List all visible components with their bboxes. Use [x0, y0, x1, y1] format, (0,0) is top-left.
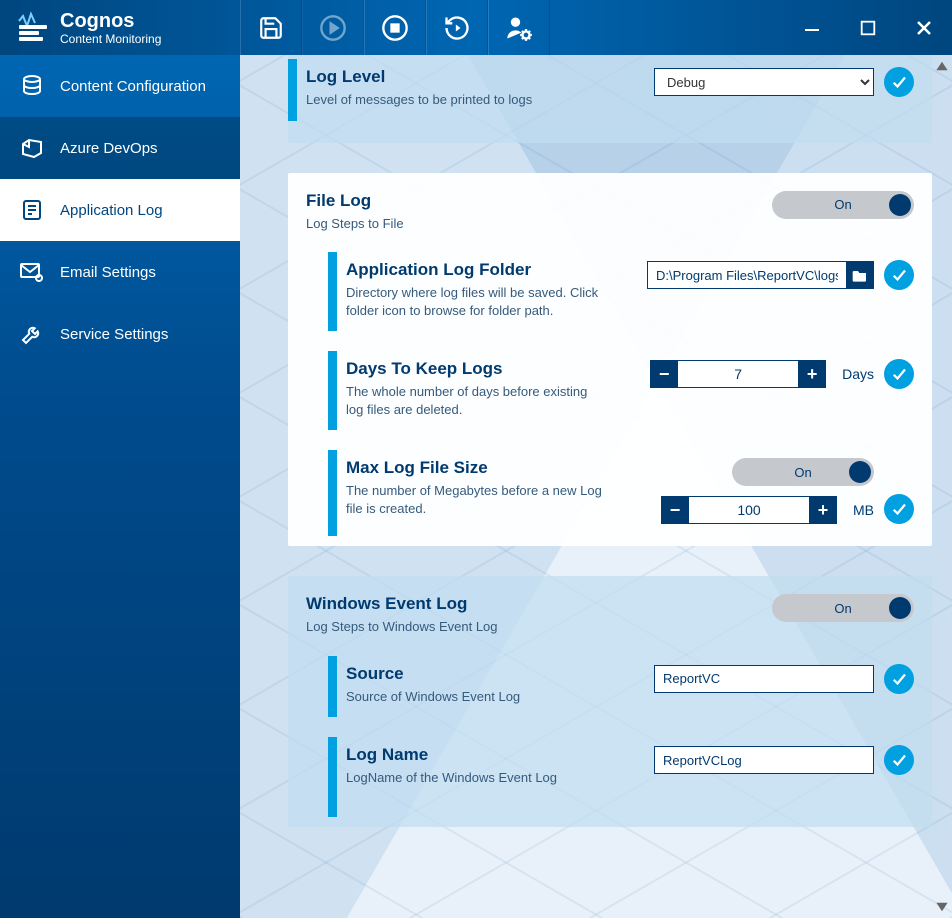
- sidebar-item-email-settings[interactable]: Email Settings: [0, 241, 240, 303]
- source-title: Source: [346, 664, 520, 684]
- file-log-desc: Log Steps to File: [306, 215, 404, 233]
- section-log-name: Log Name LogName of the Windows Event Lo…: [328, 727, 932, 827]
- confirm-icon[interactable]: [884, 494, 914, 524]
- confirm-icon[interactable]: [884, 664, 914, 694]
- sidebar: Content Configuration Azure DevOps Appli…: [0, 55, 240, 918]
- play-button[interactable]: [302, 0, 364, 55]
- restart-button[interactable]: [426, 0, 488, 55]
- confirm-icon[interactable]: [884, 359, 914, 389]
- file-log-toggle[interactable]: On: [772, 191, 914, 219]
- app-log-folder-title: Application Log Folder: [346, 260, 606, 280]
- confirm-icon[interactable]: [884, 67, 914, 97]
- log-name-desc: LogName of the Windows Event Log: [346, 769, 557, 787]
- days-unit: Days: [842, 366, 874, 382]
- section-max-log-size: Max Log File Size The number of Megabyte…: [328, 440, 932, 546]
- panel-windows-event-log: Windows Event Log Log Steps to Windows E…: [288, 576, 932, 827]
- sidebar-item-application-log[interactable]: Application Log: [0, 179, 240, 241]
- source-input[interactable]: [654, 665, 874, 693]
- sidebar-item-label: Content Configuration: [60, 78, 206, 95]
- win-log-title: Windows Event Log: [306, 594, 498, 614]
- increment-button[interactable]: +: [798, 360, 826, 388]
- decrement-button[interactable]: −: [661, 496, 689, 524]
- max-size-input[interactable]: [689, 496, 809, 524]
- toolbar: [240, 0, 550, 55]
- app-subtitle: Content Monitoring: [60, 33, 161, 45]
- source-desc: Source of Windows Event Log: [346, 688, 520, 706]
- app-log-folder-input[interactable]: [647, 261, 847, 289]
- window-controls: [784, 0, 952, 55]
- mb-unit: MB: [853, 502, 874, 518]
- sidebar-item-label: Application Log: [60, 202, 163, 219]
- confirm-icon[interactable]: [884, 260, 914, 290]
- title-bar: Cognos Content Monitoring: [0, 0, 952, 55]
- win-log-toggle[interactable]: On: [772, 594, 914, 622]
- win-log-desc: Log Steps to Windows Event Log: [306, 618, 498, 636]
- section-app-log-folder: Application Log Folder Directory where l…: [328, 242, 932, 341]
- section-log-level: Log Level Level of messages to be printe…: [288, 55, 932, 131]
- days-keep-title: Days To Keep Logs: [346, 359, 606, 379]
- azure-devops-icon: [18, 134, 46, 162]
- database-icon: [18, 72, 46, 100]
- max-size-title: Max Log File Size: [346, 458, 606, 478]
- minimize-button[interactable]: [784, 0, 840, 55]
- sidebar-item-label: Email Settings: [60, 264, 156, 281]
- max-size-desc: The number of Megabytes before a new Log…: [346, 482, 606, 517]
- app-title: Cognos: [60, 11, 161, 31]
- sidebar-item-label: Service Settings: [60, 326, 168, 343]
- file-log-title: File Log: [306, 191, 404, 211]
- app-logo: Cognos Content Monitoring: [0, 0, 240, 55]
- log-level-desc: Level of messages to be printed to logs: [306, 91, 532, 109]
- browse-folder-button[interactable]: [846, 261, 874, 289]
- log-level-select[interactable]: Debug: [654, 68, 874, 96]
- tools-icon: [18, 320, 46, 348]
- user-settings-button[interactable]: [488, 0, 550, 55]
- save-button[interactable]: [240, 0, 302, 55]
- log-level-title: Log Level: [306, 67, 532, 87]
- days-keep-desc: The whole number of days before existing…: [346, 383, 606, 418]
- decrement-button[interactable]: −: [650, 360, 678, 388]
- max-size-toggle[interactable]: On: [732, 458, 874, 486]
- log-name-input[interactable]: [654, 746, 874, 774]
- content-scroll[interactable]: Log Level Level of messages to be printe…: [240, 55, 952, 918]
- log-icon: [18, 196, 46, 224]
- section-source: Source Source of Windows Event Log: [328, 646, 932, 728]
- maximize-button[interactable]: [840, 0, 896, 55]
- log-name-title: Log Name: [346, 745, 557, 765]
- confirm-icon[interactable]: [884, 745, 914, 775]
- panel-file-log: File Log Log Steps to File On: [288, 173, 932, 547]
- sidebar-item-service-settings[interactable]: Service Settings: [0, 303, 240, 365]
- increment-button[interactable]: +: [809, 496, 837, 524]
- sidebar-item-label: Azure DevOps: [60, 140, 158, 157]
- main-content: Log Level Level of messages to be printe…: [240, 55, 952, 918]
- stop-button[interactable]: [364, 0, 426, 55]
- app-logo-icon: [16, 10, 52, 46]
- sidebar-item-azure-devops[interactable]: Azure DevOps: [0, 117, 240, 179]
- close-button[interactable]: [896, 0, 952, 55]
- sidebar-item-content-configuration[interactable]: Content Configuration: [0, 55, 240, 117]
- section-days-keep-logs: Days To Keep Logs The whole number of da…: [328, 341, 932, 440]
- app-log-folder-desc: Directory where log files will be saved.…: [346, 284, 606, 319]
- days-keep-input[interactable]: [678, 360, 798, 388]
- email-settings-icon: [18, 258, 46, 286]
